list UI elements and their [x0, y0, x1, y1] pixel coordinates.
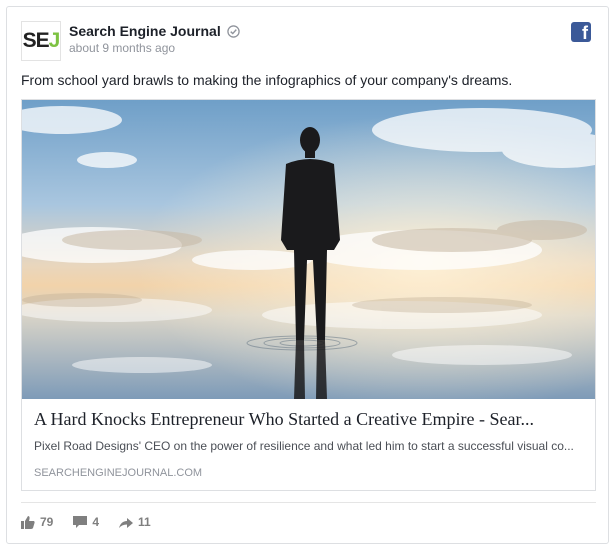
facebook-icon[interactable]: f [571, 22, 591, 43]
link-description: Pixel Road Designs' CEO on the power of … [34, 439, 574, 453]
verified-badge-icon [226, 24, 240, 38]
avatar-letter-e: E [35, 29, 50, 52]
divider [21, 502, 596, 503]
page-name-row: Search Engine Journal [69, 23, 240, 39]
comment-count: 4 [92, 515, 100, 529]
share-count-button[interactable]: 11 [119, 515, 151, 529]
share-icon [119, 517, 134, 528]
avatar[interactable]: SEJ [21, 21, 61, 61]
post-message: From school yard brawls to making the in… [21, 72, 513, 88]
thumbs-up-icon [21, 515, 35, 529]
engagement-stats: 79 4 11 [21, 515, 171, 529]
post-card: SEJ Search Engine Journal about 9 months… [6, 6, 609, 544]
link-image-graphic [22, 100, 595, 399]
link-title[interactable]: A Hard Knocks Entrepreneur Who Started a… [34, 409, 583, 430]
like-count-button[interactable]: 79 [21, 515, 53, 529]
link-domain: SEARCHENGINEJOURNAL.COM [34, 467, 203, 479]
page-name[interactable]: Search Engine Journal [69, 23, 221, 39]
avatar-letter-s: S [22, 29, 37, 52]
post-timestamp[interactable]: about 9 months ago [69, 41, 175, 55]
link-text-block[interactable]: A Hard Knocks Entrepreneur Who Started a… [22, 399, 595, 490]
comment-icon [73, 515, 88, 528]
share-count: 11 [138, 515, 151, 529]
link-preview[interactable]: A Hard Knocks Entrepreneur Who Started a… [21, 99, 596, 491]
avatar-letter-j: J [48, 29, 61, 52]
comment-count-button[interactable]: 4 [73, 515, 99, 529]
like-count: 79 [40, 515, 54, 529]
link-image[interactable] [22, 100, 595, 399]
